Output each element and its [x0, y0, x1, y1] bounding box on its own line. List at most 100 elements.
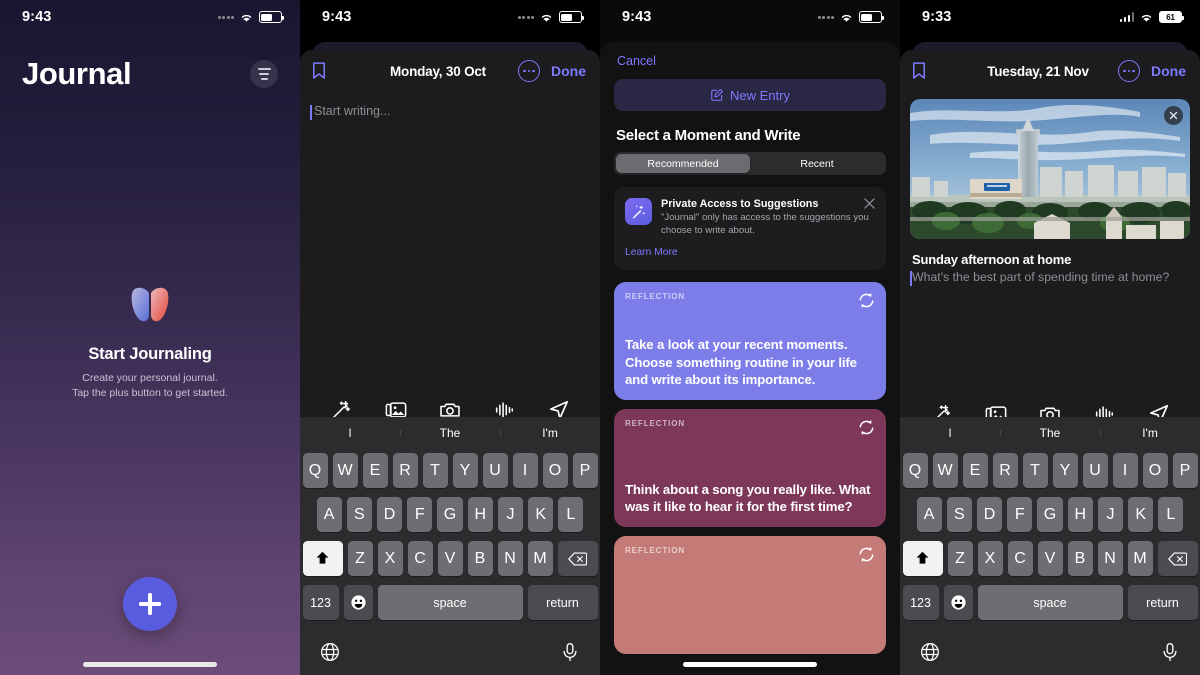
delete-key[interactable] [557, 541, 598, 576]
ellipsis-circle-icon[interactable] [1118, 60, 1140, 82]
key-d[interactable]: D [376, 497, 403, 532]
city-skyline-photo[interactable] [910, 99, 1190, 239]
key-j[interactable]: J [1097, 497, 1124, 532]
key-b[interactable]: B [467, 541, 493, 576]
shift-key[interactable] [302, 541, 343, 576]
remove-attachment-button[interactable] [1164, 106, 1183, 125]
key-z[interactable]: Z [347, 541, 373, 576]
filter-list-icon[interactable] [250, 60, 278, 88]
key-e[interactable]: E [362, 453, 388, 488]
key-n[interactable]: N [1097, 541, 1123, 576]
key-y[interactable]: Y [1052, 453, 1078, 488]
key-o[interactable]: O [542, 453, 568, 488]
key-x[interactable]: X [977, 541, 1003, 576]
key-p[interactable]: P [1172, 453, 1198, 488]
refresh-arrows-icon[interactable] [857, 545, 876, 564]
key-s[interactable]: S [346, 497, 372, 532]
key-z[interactable]: Z [947, 541, 973, 576]
suggestion-card[interactable]: REFLECTION Think about a song you really… [614, 408, 886, 527]
add-entry-button[interactable] [123, 577, 177, 631]
return-key[interactable]: return [527, 585, 598, 620]
key-p[interactable]: P [572, 453, 598, 488]
key-f[interactable]: F [407, 497, 433, 532]
refresh-arrows-icon[interactable] [857, 291, 876, 310]
entry-text-input[interactable]: Start writing... [300, 92, 600, 120]
key-f[interactable]: F [1007, 497, 1033, 532]
key-l[interactable]: L [558, 497, 584, 532]
key-w[interactable]: W [332, 453, 358, 488]
key-x[interactable]: X [377, 541, 403, 576]
suggestion-card[interactable]: REFLECTION [614, 535, 886, 654]
key-t[interactable]: T [422, 453, 448, 488]
prediction-item[interactable]: I [300, 426, 400, 440]
key-u[interactable]: U [1082, 453, 1108, 488]
segment-recent[interactable]: Recent [750, 154, 884, 173]
emoji-key[interactable] [943, 585, 973, 620]
globe-icon[interactable] [320, 641, 340, 663]
new-entry-button[interactable]: New Entry [614, 79, 886, 111]
cancel-button[interactable]: Cancel [600, 42, 900, 68]
key-l[interactable]: L [1158, 497, 1184, 532]
key-j[interactable]: J [497, 497, 524, 532]
key-i[interactable]: I [512, 453, 538, 488]
refresh-arrows-icon[interactable] [857, 418, 876, 437]
key-k[interactable]: K [528, 497, 554, 532]
close-x-icon[interactable] [864, 198, 875, 209]
key-a[interactable]: A [916, 497, 942, 532]
done-button[interactable]: Done [1140, 63, 1196, 79]
key-n[interactable]: N [497, 541, 523, 576]
prediction-item[interactable]: I [900, 426, 1000, 440]
key-v[interactable]: V [437, 541, 463, 576]
ellipsis-circle-icon[interactable] [518, 60, 540, 82]
status-bar: 9:43 [0, 0, 300, 34]
key-c[interactable]: C [1007, 541, 1033, 576]
done-button[interactable]: Done [540, 63, 596, 79]
prediction-item[interactable]: The [1000, 426, 1100, 440]
key-g[interactable]: G [437, 497, 463, 532]
microphone-icon[interactable] [560, 641, 580, 663]
key-r[interactable]: R [392, 453, 418, 488]
numbers-key[interactable]: 123 [302, 585, 339, 620]
key-h[interactable]: H [467, 497, 493, 532]
key-q[interactable]: Q [302, 453, 328, 488]
attachment-prompt[interactable]: What's the best part of spending time at… [910, 270, 1190, 286]
key-e[interactable]: E [962, 453, 988, 488]
emoji-key[interactable] [343, 585, 373, 620]
prediction-item[interactable]: The [400, 426, 500, 440]
suggestion-card[interactable]: REFLECTION Take a look at your recent mo… [614, 281, 886, 400]
shift-key[interactable] [902, 541, 943, 576]
key-s[interactable]: S [946, 497, 972, 532]
key-v[interactable]: V [1037, 541, 1063, 576]
key-y[interactable]: Y [452, 453, 478, 488]
key-a[interactable]: A [316, 497, 342, 532]
key-i[interactable]: I [1112, 453, 1138, 488]
key-g[interactable]: G [1037, 497, 1063, 532]
key-m[interactable]: M [1127, 541, 1153, 576]
key-c[interactable]: C [407, 541, 433, 576]
key-u[interactable]: U [482, 453, 508, 488]
prediction-item[interactable]: I'm [1100, 426, 1200, 440]
key-m[interactable]: M [527, 541, 553, 576]
key-d[interactable]: D [976, 497, 1003, 532]
numbers-key[interactable]: 123 [902, 585, 939, 620]
key-t[interactable]: T [1022, 453, 1048, 488]
key-h[interactable]: H [1067, 497, 1093, 532]
key-b[interactable]: B [1067, 541, 1093, 576]
microphone-icon[interactable] [1160, 641, 1180, 663]
bookmark-icon[interactable] [912, 62, 926, 80]
learn-more-link[interactable]: Learn More [625, 247, 875, 258]
key-w[interactable]: W [932, 453, 958, 488]
signal-dots-icon [217, 15, 234, 19]
key-r[interactable]: R [992, 453, 1018, 488]
key-q[interactable]: Q [902, 453, 928, 488]
return-key[interactable]: return [1127, 585, 1198, 620]
prediction-item[interactable]: I'm [500, 426, 600, 440]
space-key[interactable]: space [977, 585, 1123, 620]
delete-key[interactable] [1157, 541, 1198, 576]
key-o[interactable]: O [1142, 453, 1168, 488]
bookmark-icon[interactable] [312, 62, 326, 80]
segment-recommended[interactable]: Recommended [616, 154, 750, 173]
space-key[interactable]: space [377, 585, 523, 620]
globe-icon[interactable] [920, 641, 940, 663]
key-k[interactable]: K [1128, 497, 1154, 532]
